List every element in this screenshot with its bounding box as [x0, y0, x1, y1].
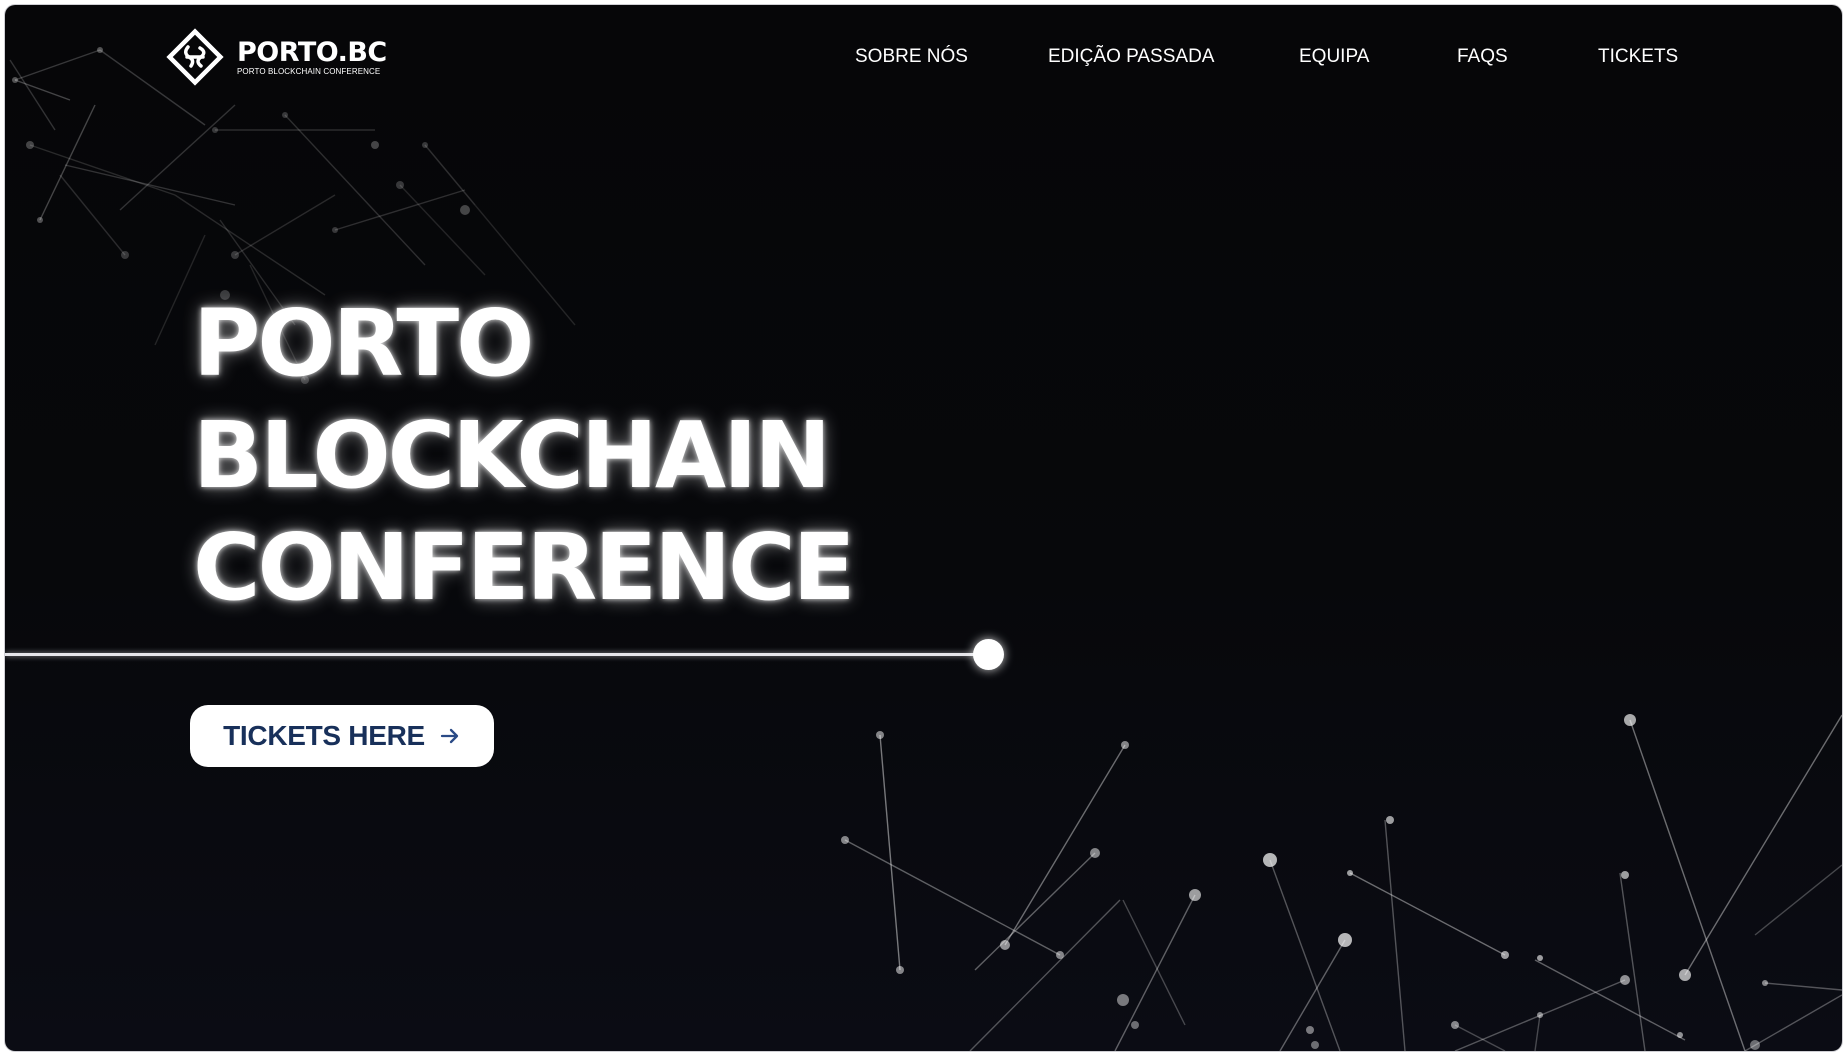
- hero-divider-dot: [973, 639, 1004, 670]
- hero-title-line-3: CONFERENCE: [193, 514, 855, 621]
- nav-link-faqs[interactable]: FAQS: [1457, 46, 1508, 68]
- nav-link-sobre-nos[interactable]: SOBRE NÓS: [855, 46, 968, 68]
- nav-link-edicao-passada[interactable]: EDIÇÃO PASSADA: [1048, 46, 1214, 68]
- tickets-here-button[interactable]: TICKETS HERE: [190, 705, 494, 767]
- tickets-here-label: TICKETS HERE: [223, 720, 425, 751]
- nav-link-equipa[interactable]: EQUIPA: [1299, 46, 1369, 68]
- hero-divider-line: [5, 653, 990, 656]
- arrow-right-icon: [440, 728, 459, 744]
- hero-title-line-2: BLOCKCHAIN: [193, 402, 831, 509]
- hero-section: PORTO.BC PORTO BLOCKCHAIN CONFERENCE SOB…: [5, 5, 1842, 1051]
- nav-link-tickets[interactable]: TICKETS: [1598, 46, 1678, 68]
- hero-title-line-1: PORTO: [193, 290, 534, 397]
- hero-title: PORTO BLOCKCHAIN CONFERENCE: [193, 288, 855, 624]
- main-navigation: SOBRE NÓS EDIÇÃO PASSADA EQUIPA FAQS TIC…: [5, 46, 1842, 72]
